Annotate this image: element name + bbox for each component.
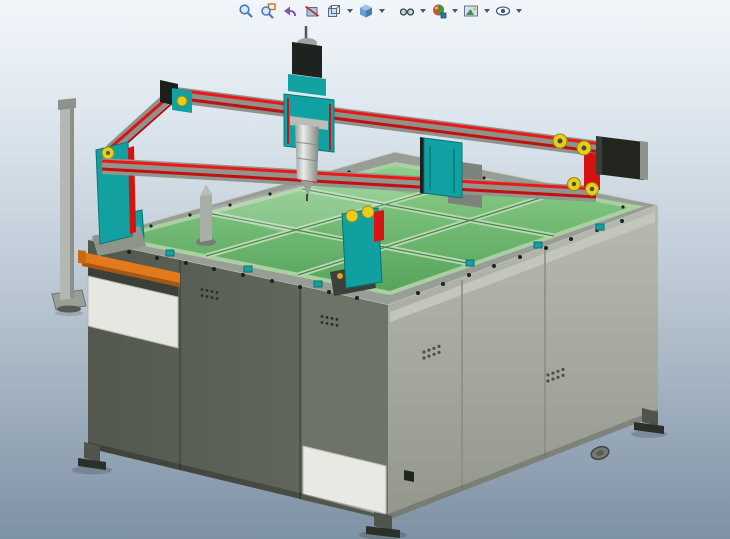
support-post[interactable] — [52, 98, 86, 313]
previous-view-button[interactable] — [280, 2, 300, 20]
apply-scene-dropdown-icon[interactable] — [484, 9, 490, 13]
center-carriage[interactable] — [420, 137, 462, 198]
eye-icon — [495, 3, 511, 19]
hide-show-items-button[interactable] — [397, 2, 417, 20]
connector-plate — [404, 470, 414, 482]
view-settings-dropdown-icon[interactable] — [516, 9, 522, 13]
stepper-motor-x[interactable] — [596, 136, 648, 180]
scene-picture-icon — [463, 3, 479, 19]
view-toolbar — [236, 1, 523, 21]
glasses-icon — [399, 3, 415, 19]
shaded-cube-icon — [358, 3, 374, 19]
magnifier-area-icon — [260, 3, 276, 19]
fan-hole — [590, 445, 611, 462]
view-settings-button[interactable] — [493, 2, 513, 20]
spindle-body[interactable] — [295, 124, 319, 182]
edit-appearance-button[interactable] — [429, 2, 449, 20]
zoom-to-area-button[interactable] — [258, 2, 278, 20]
magnifier-icon — [238, 3, 254, 19]
display-style-button[interactable] — [356, 2, 376, 20]
display-style-dropdown-icon[interactable] — [379, 9, 385, 13]
section-view-button[interactable] — [302, 2, 322, 20]
back-arrow-icon — [282, 3, 298, 19]
zoom-to-fit-button[interactable] — [236, 2, 256, 20]
cad-viewport[interactable] — [0, 0, 730, 539]
apply-scene-button[interactable] — [461, 2, 481, 20]
cut-cube-icon — [304, 3, 320, 19]
model-viewport[interactable] — [0, 0, 730, 539]
view-orientation-dropdown-icon[interactable] — [347, 9, 353, 13]
toolbar-separator — [388, 11, 395, 12]
edit-appearance-dropdown-icon[interactable] — [452, 9, 458, 13]
hide-show-items-dropdown-icon[interactable] — [420, 9, 426, 13]
stepper-motor-z[interactable] — [292, 42, 322, 78]
view-orientation-button[interactable] — [324, 2, 344, 20]
color-sphere-icon — [431, 3, 447, 19]
gantry-back-beam[interactable] — [160, 80, 640, 162]
wire-cube-icon — [326, 3, 342, 19]
roller-block — [177, 96, 187, 106]
